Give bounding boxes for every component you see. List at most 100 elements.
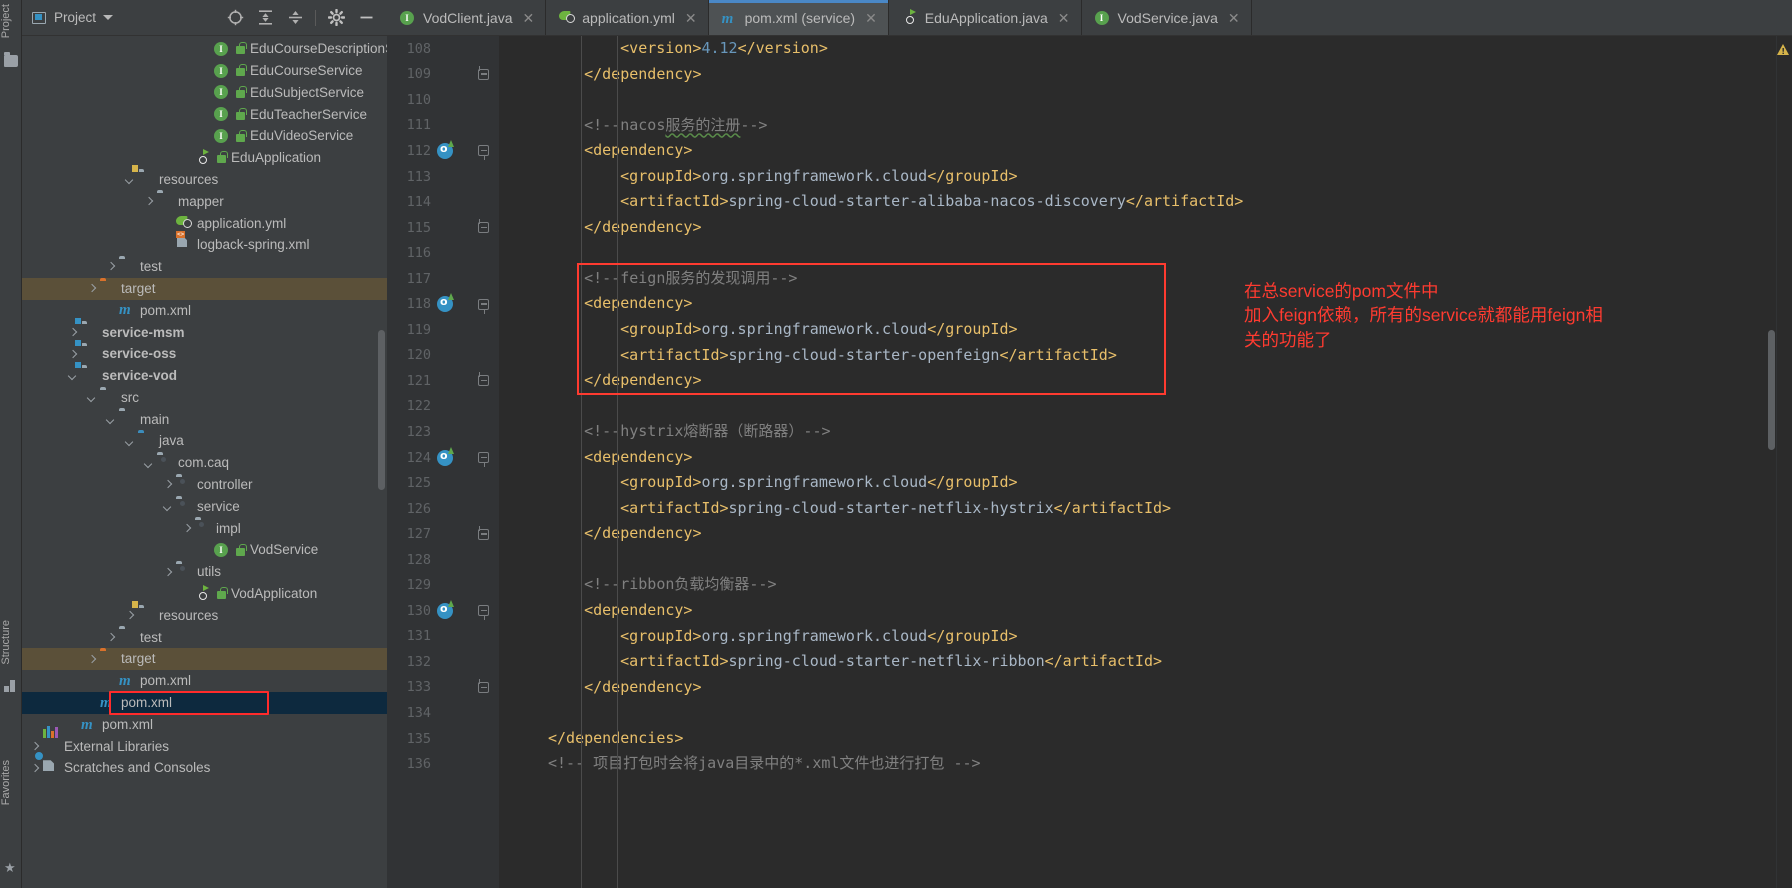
chevron-down-icon[interactable] [85,391,98,404]
chevron-down-icon[interactable] [123,435,136,448]
code-fold-icon[interactable] [478,65,489,80]
code-fold-icon[interactable] [478,298,489,314]
tree-node-com-caq[interactable]: com.caq [22,452,387,474]
tree-node-educourseservice[interactable]: I EduCourseService [22,60,387,82]
tree-node-service-vod[interactable]: service-vod [22,365,387,387]
tree-node-java[interactable]: java [22,430,387,452]
code-line: <dependency> [499,598,1792,624]
maven-dependency-marker-icon[interactable] [437,599,454,619]
tree-node-mapper[interactable]: mapper [22,191,387,213]
chevron-right-icon[interactable] [123,609,136,622]
tree-node-educoursedescriptionservice[interactable]: I EduCourseDescriptionService [22,38,387,60]
hide-window-icon[interactable] [351,4,381,32]
code-fold-icon[interactable] [478,219,489,234]
chevron-right-icon[interactable] [161,478,174,491]
editor-right-rail[interactable] [1776,36,1792,888]
tree-node-target[interactable]: target [22,648,387,671]
chevron-right-icon[interactable] [142,195,155,208]
code-fold-icon[interactable] [478,678,489,693]
warning-triangle-icon[interactable] [1777,44,1789,56]
tree-node-label: pom.xml [140,673,192,689]
tree-node-eduapplication[interactable]: EduApplication [22,147,387,169]
chevron-down-icon[interactable] [142,457,155,470]
close-icon[interactable]: ✕ [523,11,535,25]
project-tool-icon[interactable] [4,52,18,67]
code-token: </artifactId> [1053,498,1172,517]
tree-node-eduteacherservice[interactable]: I EduTeacherService [22,103,387,125]
close-icon[interactable]: ✕ [865,11,877,25]
tree-node-vodservice[interactable]: I VodService [22,539,387,561]
chevron-down-icon[interactable] [161,500,174,513]
chevron-down-icon[interactable] [123,173,136,186]
chevron-right-icon[interactable] [104,260,117,273]
collapse-all-icon[interactable] [280,4,310,32]
tree-node-eduvideoservice[interactable]: I EduVideoService [22,125,387,147]
tree-node-scratches-and-consoles[interactable]: Scratches and Consoles [22,757,387,779]
tree-node-utils[interactable]: utils [22,561,387,583]
maven-dependency-marker-icon[interactable] [437,293,454,313]
editor-tab-pom-xml-service-[interactable]: m pom.xml (service) ✕ [708,0,889,35]
tree-node-controller[interactable]: controller [22,474,387,496]
tree-node-pom-xml[interactable]: m pom.xml [22,714,387,736]
project-tree[interactable]: I EduCourseDescriptionService I EduCourseSe… [22,36,387,888]
tool-button-structure[interactable]: Structure [0,620,22,665]
editor-tab-vodclient-java[interactable]: I VodClient.java ✕ [387,0,547,35]
tool-button-favorites[interactable]: Favorites [0,760,22,805]
tree-node-application-yml[interactable]: application.yml [22,212,387,234]
code-fold-icon[interactable] [478,452,489,468]
chevron-down-icon[interactable] [103,15,114,20]
chevron-right-icon[interactable] [66,348,79,361]
tree-node-target[interactable]: target [22,277,387,300]
maven-dependency-marker-icon[interactable] [437,139,454,159]
code-fold-icon[interactable] [478,605,489,621]
chevron-right-icon[interactable] [85,282,98,295]
tree-node-resources[interactable]: resources [22,605,387,627]
close-icon[interactable]: ✕ [1228,11,1240,25]
code-fold-icon[interactable] [478,145,489,161]
tree-node-edusubjectservice[interactable]: I EduSubjectService [22,82,387,104]
tree-node-pom-xml[interactable]: m pom.xml [22,670,387,692]
tree-node-external-libraries[interactable]: External Libraries [22,726,387,758]
chevron-right-icon[interactable] [104,631,117,644]
structure-tool-icon[interactable] [4,680,18,694]
tree-node-src[interactable]: src [22,387,387,409]
code-token: </groupId> [927,626,1018,645]
tree-node-logback-spring-xml[interactable]: logback-spring.xml [22,234,387,256]
expand-all-icon[interactable] [250,4,280,32]
package-icon [157,455,174,471]
editor-vertical-scrollbar[interactable] [1768,330,1775,450]
maven-dependency-marker-icon[interactable] [437,446,454,466]
editor-tab-application-yml[interactable]: application.yml ✕ [546,0,709,35]
chevron-down-icon[interactable] [66,369,79,382]
tree-node-impl[interactable]: impl [22,518,387,540]
tree-node-resources[interactable]: resources [22,169,387,191]
tree-node-pom-xml[interactable]: m pom.xml [22,691,387,714]
chevron-right-icon[interactable] [28,762,41,775]
editor-tab-vodservice-java[interactable]: I VodService.java ✕ [1082,0,1252,35]
line-number: 131 [406,628,431,645]
tree-node-test[interactable]: test [22,627,387,649]
chevron-right-icon[interactable] [66,326,79,339]
tree-node-vodapplicaton[interactable]: VodApplicaton [22,583,387,605]
code-area[interactable]: 在总service的pom文件中 加入feign依赖，所有的service就都能用… [499,36,1792,888]
chevron-right-icon[interactable] [180,522,193,535]
chevron-down-icon[interactable] [104,413,117,426]
settings-gear-icon[interactable] [321,4,351,32]
chevron-right-icon[interactable] [161,566,174,579]
tree-node-main[interactable]: main [22,409,387,431]
tree-node-label: service [197,498,240,514]
close-icon[interactable]: ✕ [685,11,697,25]
chevron-right-icon[interactable] [85,653,98,666]
close-icon[interactable]: ✕ [1058,11,1070,25]
tool-button-project[interactable]: Project [0,4,22,38]
code-fold-icon[interactable] [478,525,489,540]
editor-gutter[interactable]: 108 109 110 111 112 113 114 115 116 117 118 119 120 1… [387,36,499,888]
project-tree-scrollbar[interactable] [378,330,385,490]
editor-tab-eduapplication-java[interactable]: EduApplication.java ✕ [889,0,1082,35]
locate-icon[interactable] [220,4,250,32]
favorites-tool-icon[interactable]: ★ [4,862,18,875]
yaml-file-icon [176,215,193,231]
tree-node-service[interactable]: service [22,496,387,518]
tree-node-test[interactable]: test [22,256,387,278]
code-fold-icon[interactable] [478,372,489,387]
